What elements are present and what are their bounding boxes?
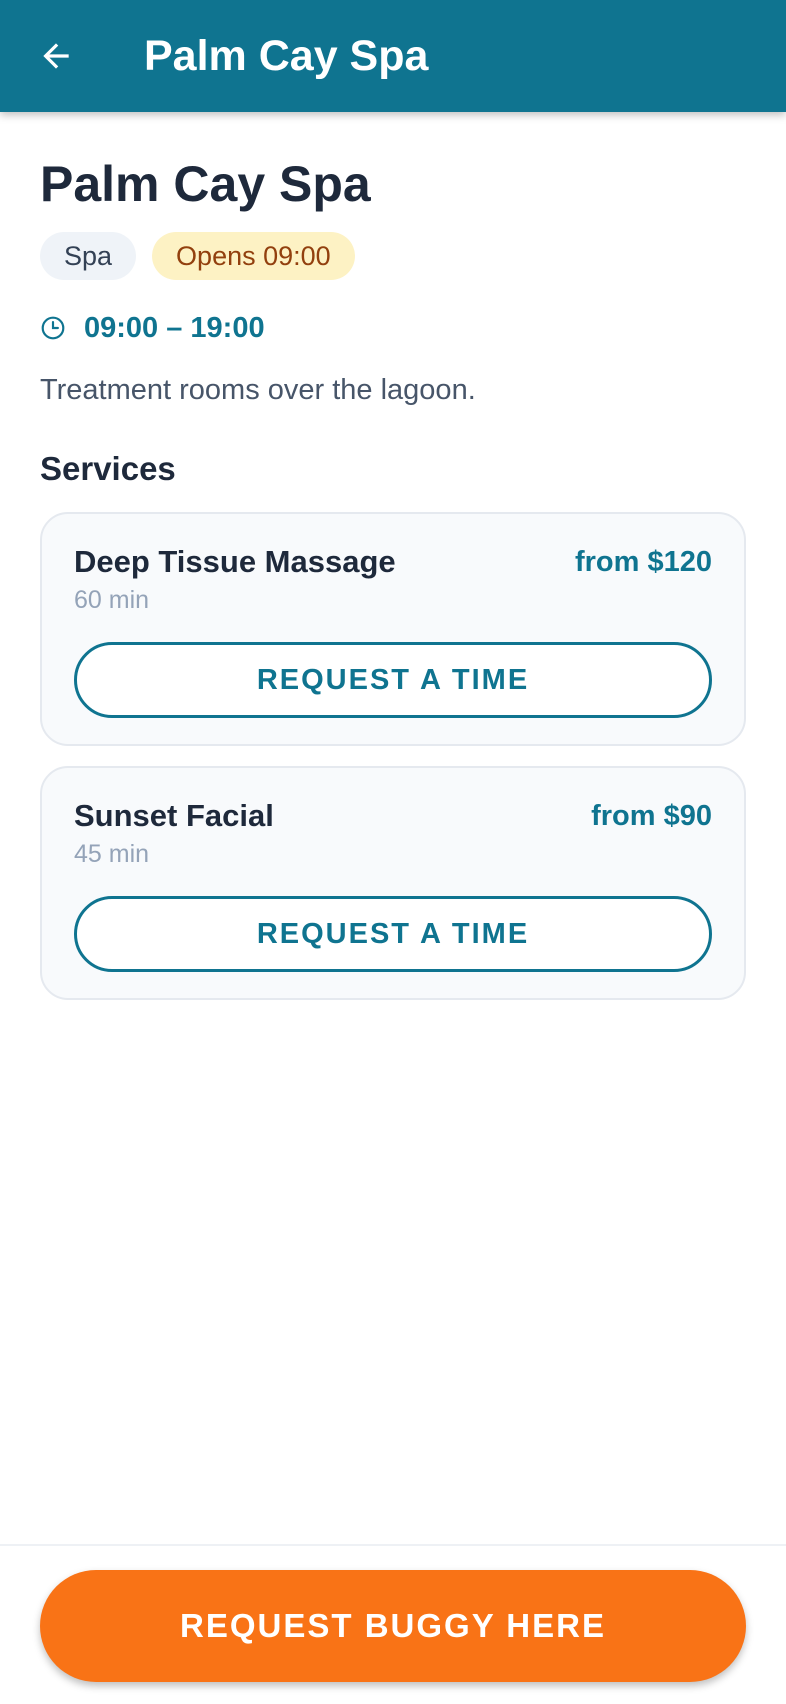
app-bar-title: Palm Cay Spa: [144, 32, 429, 80]
category-chip: Spa: [40, 232, 137, 280]
venue-description: Treatment rooms over the lagoon.: [40, 374, 476, 406]
opening-hours: 09:00 – 19:00: [40, 308, 746, 348]
services-heading: Services: [40, 450, 176, 487]
service-name: Deep Tissue Massage: [74, 544, 396, 579]
service-duration: 45 min: [74, 840, 150, 868]
clock-icon: [40, 315, 66, 341]
service-list: Deep Tissue Massage 60 min from $120 REQ…: [40, 512, 746, 1000]
service-card: Deep Tissue Massage 60 min from $120 REQ…: [40, 512, 746, 746]
arrow-left-icon: [43, 43, 69, 69]
app-bar: Palm Cay Spa: [0, 0, 786, 112]
request-time-button[interactable]: REQUEST A TIME: [74, 896, 712, 972]
back-button[interactable]: [26, 26, 86, 86]
request-time-button[interactable]: REQUEST A TIME: [74, 642, 712, 718]
page-title: Palm Cay Spa: [40, 156, 371, 212]
bottom-action-bar: REQUEST BUGGY HERE: [0, 1544, 786, 1704]
venue-chips: Spa Opens 09:00: [40, 232, 746, 280]
venue-detail-screen: Palm Cay Spa Palm Cay Spa Spa Opens 09:0…: [0, 0, 786, 1704]
service-card: Sunset Facial 45 min from $90 REQUEST A …: [40, 766, 746, 1000]
request-buggy-button[interactable]: REQUEST BUGGY HERE: [40, 1570, 746, 1682]
status-badge: Opens 09:00: [152, 232, 355, 280]
service-price: from $120: [574, 546, 712, 578]
service-name: Sunset Facial: [74, 798, 274, 833]
hours-text: 09:00 – 19:00: [84, 311, 265, 344]
venue-content: Palm Cay Spa Spa Opens 09:00 09:00 – 19:…: [40, 112, 746, 1020]
service-duration: 60 min: [74, 586, 150, 614]
service-price: from $90: [591, 800, 712, 832]
